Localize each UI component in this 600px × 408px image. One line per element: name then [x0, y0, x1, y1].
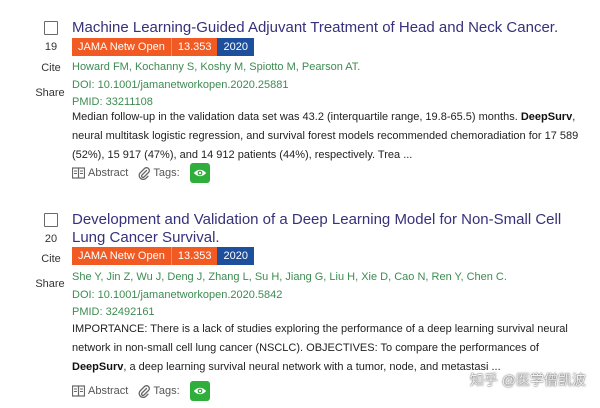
doi-link[interactable]: DOI: 10.1001/jamanetworkopen.2020.5842 — [72, 289, 282, 301]
highlight-term: DeepSurv — [520, 111, 573, 123]
preview-button[interactable] — [189, 163, 210, 183]
abstract-button[interactable]: Abstract — [72, 167, 128, 179]
tags-button[interactable]: Tags: — [138, 384, 180, 398]
result-number: 20 — [44, 233, 58, 245]
eye-icon — [193, 387, 206, 395]
watermark: 知乎 @医学僧凯波 — [469, 372, 586, 388]
abstract-text-end: , a deep learning survival neural networ… — [123, 361, 501, 373]
highlight-term: DeepSurv — [72, 361, 124, 373]
doi-link[interactable]: DOI: 10.1001/jamanetworkopen.2020.25881 — [72, 79, 289, 91]
book-icon — [72, 167, 85, 179]
abstract-snippet: IMPORTANCE: There is a lack of studies e… — [72, 320, 580, 377]
abstract-button[interactable]: Abstract — [72, 385, 128, 397]
cite-button[interactable]: Cite — [34, 62, 68, 74]
pmid: PMID: 32492161 — [72, 306, 155, 318]
result-actions: Abstract Tags: — [72, 381, 210, 401]
result-actions: Abstract Tags: — [72, 163, 210, 183]
eye-icon — [193, 169, 206, 177]
tags-button[interactable]: Tags: — [138, 166, 180, 180]
abstract-label: Abstract — [88, 385, 129, 397]
preview-button[interactable] — [189, 381, 210, 401]
abstract-text-start: IMPORTANCE: There is a lack of studies e… — [72, 323, 568, 354]
abstract-text-start: Median follow-up in the validation data … — [72, 111, 521, 123]
share-button[interactable]: Share — [30, 278, 70, 290]
share-button[interactable]: Share — [30, 87, 70, 99]
badge-row: JAMA Netw Open 13.353 2020 — [72, 247, 254, 265]
impact-factor-badge: 13.353 — [170, 247, 218, 265]
authors: Howard FM, Kochanny S, Koshy M, Spiotto … — [72, 61, 361, 73]
journal-badge: JAMA Netw Open — [72, 38, 171, 56]
authors: She Y, Jin Z, Wu J, Deng J, Zhang L, Su … — [72, 271, 507, 283]
result-item: 19 Cite Share Machine Learning-Guided Ad… — [0, 0, 600, 200]
badge-row: JAMA Netw Open 13.353 2020 — [72, 38, 254, 56]
result-title-link[interactable]: Development and Validation of a Deep Lea… — [72, 211, 577, 247]
tags-label: Tags: — [153, 385, 180, 397]
book-icon — [72, 385, 85, 397]
select-checkbox[interactable] — [44, 213, 58, 227]
paperclip-icon — [138, 384, 151, 398]
cite-button[interactable]: Cite — [34, 253, 68, 265]
year-badge: 2020 — [217, 38, 254, 56]
tags-label: Tags: — [153, 167, 180, 179]
paperclip-icon — [138, 166, 151, 180]
journal-badge: JAMA Netw Open — [72, 247, 171, 265]
pmid: PMID: 33211108 — [72, 96, 153, 108]
abstract-label: Abstract — [88, 167, 129, 179]
abstract-snippet: Median follow-up in the validation data … — [72, 108, 580, 165]
result-number: 19 — [44, 41, 58, 53]
year-badge: 2020 — [217, 247, 254, 265]
result-title-link[interactable]: Machine Learning-Guided Adjuvant Treatme… — [72, 19, 577, 37]
select-checkbox[interactable] — [44, 21, 58, 35]
impact-factor-badge: 13.353 — [170, 38, 218, 56]
